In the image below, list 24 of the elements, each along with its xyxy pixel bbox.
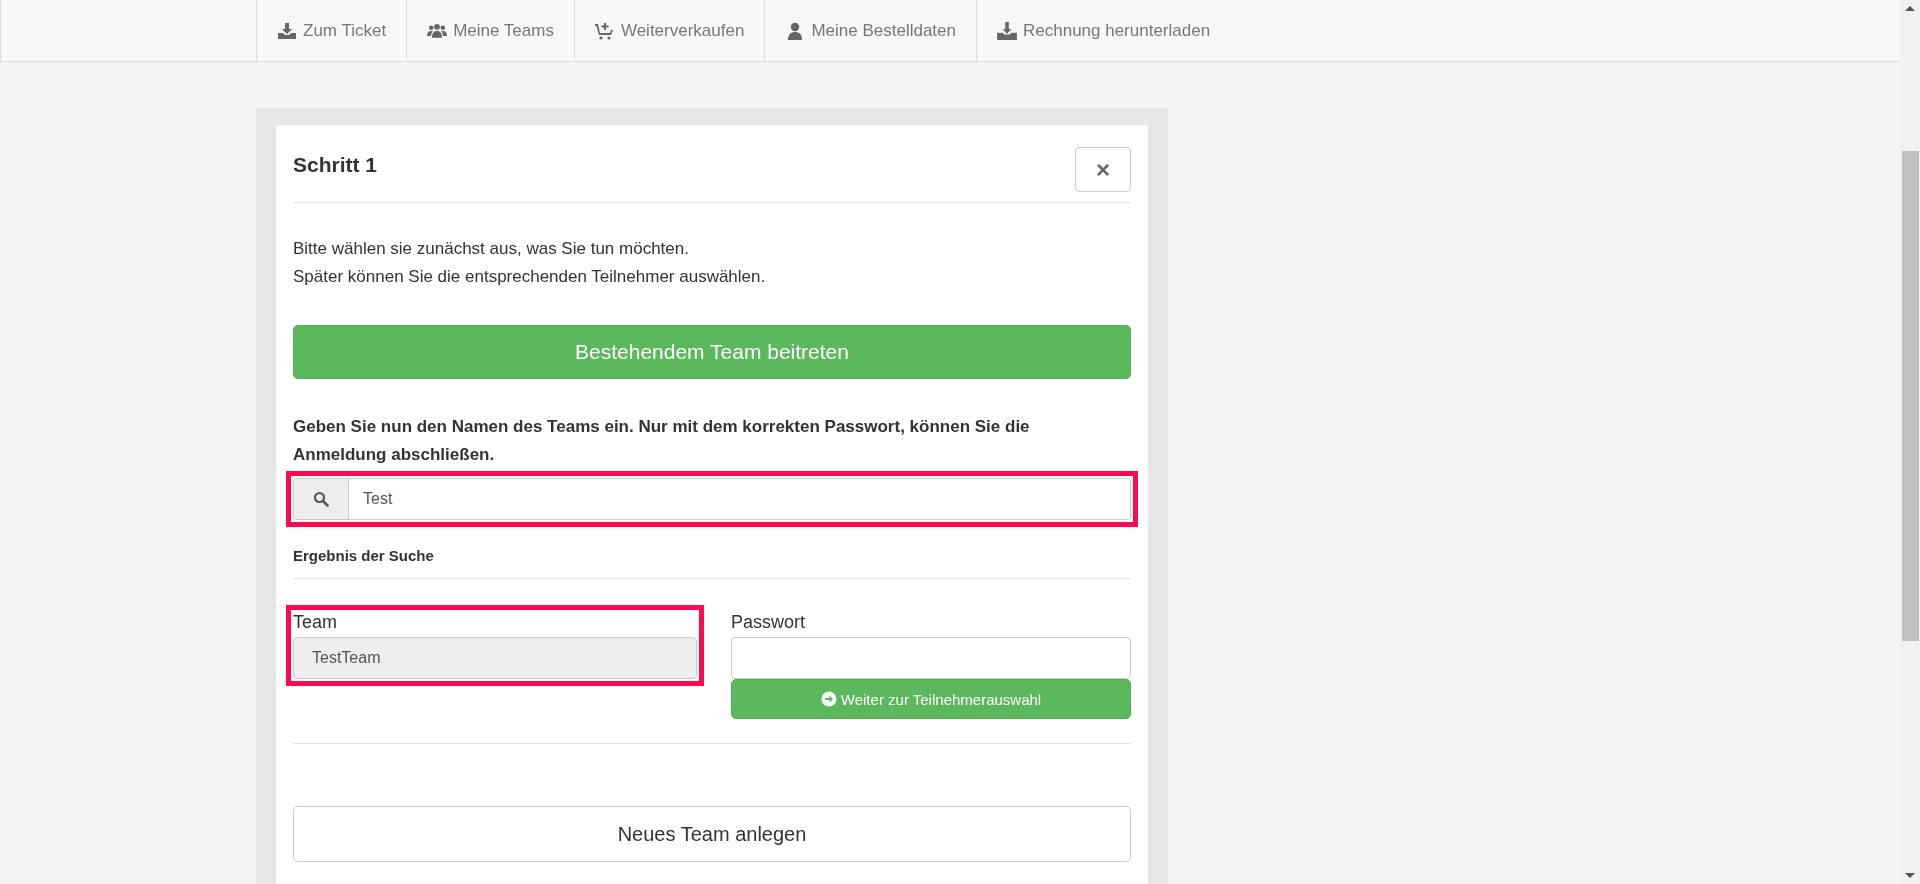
dialog-title: Schritt 1: [293, 153, 378, 177]
nav-link[interactable]: Weiterverkaufen: [573, 0, 765, 61]
download-icon: [997, 21, 1017, 40]
nav-link[interactable]: Meine Teams: [406, 0, 574, 61]
nav-link[interactable]: Zum Ticket: [256, 0, 407, 61]
search-icon: [313, 491, 329, 507]
cart-icon: [594, 21, 615, 40]
instruction-text: Geben Sie nun den Namen des Teams ein. Nur mit dem korrekten Passwort, können Sie die Anmeldung abschließen.: [293, 416, 1031, 466]
nav-link[interactable]: Meine Bestelldaten: [764, 0, 976, 61]
arrow-circle-icon: [820, 691, 837, 707]
users-icon: [427, 21, 448, 40]
new-team-button[interactable]: Neues Team anlegen: [293, 806, 1131, 862]
nav-link[interactable]: Rechnung herunterladen: [976, 0, 1231, 61]
search-field[interactable]: Test: [293, 478, 1131, 520]
field-label: Team: [293, 612, 338, 633]
intro-text: Später können Sie die entsprechenden Teilnehmer auswählen.: [293, 266, 767, 288]
join-team-button[interactable]: Bestehendem Team beitreten: [293, 325, 1131, 379]
close-button[interactable]: ×: [1075, 147, 1131, 192]
continue-button[interactable]: Weiter zur Teilnehmerauswahl: [731, 679, 1131, 719]
result-heading: Ergebnis der Suche: [293, 547, 435, 564]
field-label: Passwort: [731, 612, 807, 633]
download-icon: [277, 21, 297, 40]
intro-text: Bitte wählen sie zunächst aus, was Sie tun möchten.: [293, 238, 690, 260]
password-field[interactable]: [731, 637, 1131, 679]
